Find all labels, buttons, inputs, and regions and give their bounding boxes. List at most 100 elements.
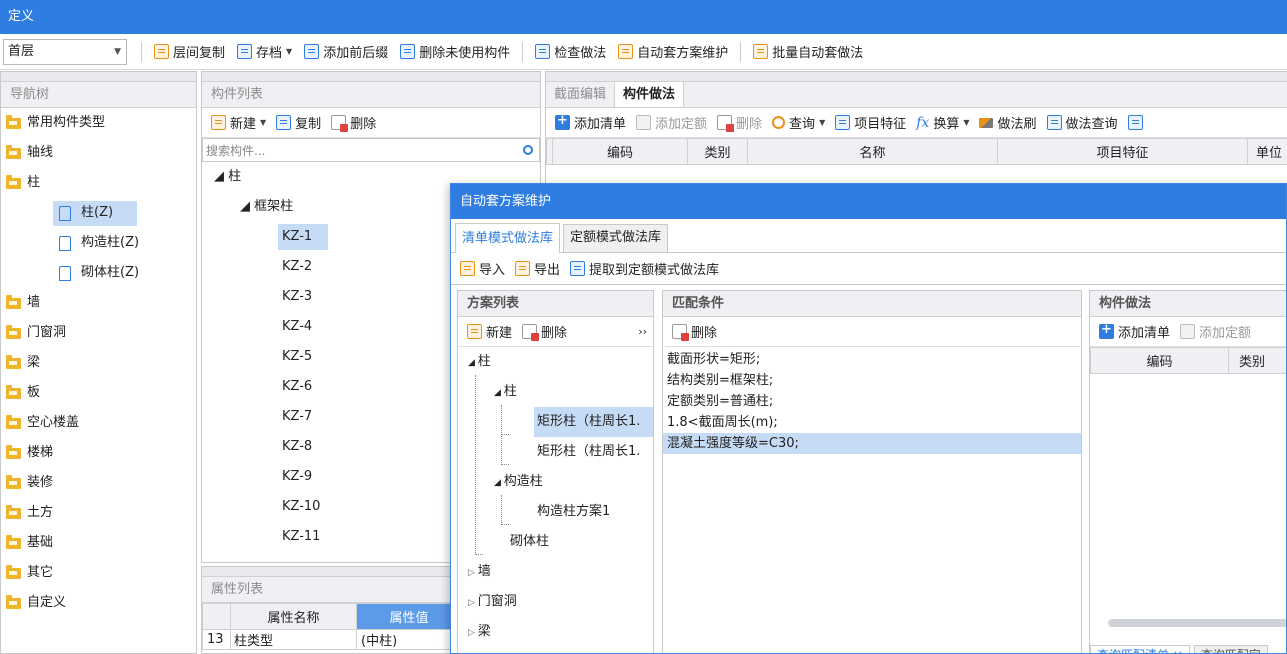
table-row[interactable]: 13 柱类型 (中柱)	[202, 629, 460, 650]
export-button[interactable]: 导出	[510, 256, 565, 282]
folder-icon	[6, 114, 21, 129]
method-query-button[interactable]: 做法查询	[1042, 110, 1123, 136]
more-button[interactable]	[1123, 110, 1152, 136]
import-button[interactable]: 导入	[455, 256, 510, 282]
tab-list-mode[interactable]: 清单模式做法库	[455, 223, 561, 253]
search-placeholder: 搜索构件...	[206, 143, 266, 158]
dialog-add-quota-button[interactable]: 添加定额	[1175, 319, 1256, 345]
new-component-button[interactable]: 新建 ▼	[206, 110, 271, 136]
tree-line	[475, 375, 476, 553]
archive-button[interactable]: 存档 ▼	[231, 39, 298, 65]
tab-section-edit[interactable]: 截面编辑	[546, 82, 614, 107]
add-prefix-button[interactable]: 添加前后缀	[298, 39, 394, 65]
scheme-node-struct[interactable]: ◢ 构造柱	[494, 467, 543, 497]
delete-method-button[interactable]: 删除	[712, 110, 767, 136]
nav-item-door[interactable]: 门窗洞	[1, 318, 196, 348]
folder-icon	[6, 504, 21, 519]
delete-unused-button[interactable]: 删除未使用构件	[394, 39, 516, 65]
new-scheme-button[interactable]: 新建	[462, 319, 517, 345]
scheme-title: 方案列表	[458, 291, 653, 317]
nav-item-masonry-column[interactable]: 砌体柱(Z)	[1, 258, 196, 288]
tab-quota-mode[interactable]: 定额模式做法库	[563, 224, 669, 252]
condition-item[interactable]: 截面形状=矩形;	[663, 349, 1081, 370]
convert-button[interactable]: fx 换算 ▼	[911, 110, 974, 136]
delete-condition-button[interactable]: 删除	[667, 319, 722, 345]
expand-icon[interactable]: ◢	[468, 358, 478, 368]
nav-item-other[interactable]: 其它	[1, 558, 196, 588]
floor-select[interactable]: 首层 ▼	[3, 38, 127, 65]
expand-icon[interactable]: ◢	[214, 169, 228, 184]
nav-item-common[interactable]: 常用构件类型	[1, 108, 196, 138]
nav-item-custom[interactable]: 自定义	[1, 588, 196, 618]
dialog-method-table: 编码 类别	[1090, 347, 1286, 374]
condition-item[interactable]: 定额类别=普通柱;	[663, 391, 1081, 412]
nav-item-slab[interactable]: 板	[1, 378, 196, 408]
add-quota-icon	[636, 115, 652, 130]
nav-item-axis[interactable]: 轴线	[1, 138, 196, 168]
folder-icon	[6, 354, 21, 369]
nav-item-struct-column[interactable]: 构造柱(Z)	[1, 228, 196, 258]
expand-icon[interactable]: ◢	[494, 478, 504, 488]
search-icon[interactable]	[523, 145, 533, 155]
scheme-node-col[interactable]: ◢ 柱	[494, 377, 517, 407]
condition-item[interactable]: 结构类别=框架柱;	[663, 370, 1081, 391]
condition-item[interactable]: 混凝土强度等级=C30;	[663, 433, 1081, 454]
match-panel: 匹配条件 删除 截面形状=矩形; 结构类别=框架柱; 定额类别=普通柱; 1.8…	[662, 290, 1082, 653]
property-index: 13	[202, 629, 231, 650]
tree-line	[501, 434, 509, 435]
delete-scheme-button[interactable]: 删除	[517, 319, 572, 345]
nav-item-decor[interactable]: 装修	[1, 468, 196, 498]
nav-item-stair[interactable]: 楼梯	[1, 438, 196, 468]
nav-item-foundation[interactable]: 基础	[1, 528, 196, 558]
scheme-node-beam[interactable]: ▷ 梁	[468, 617, 491, 647]
nav-item-column[interactable]: 柱	[1, 168, 196, 198]
search-input[interactable]: 搜索构件...	[202, 138, 540, 162]
chevron-down-icon: ▼	[260, 118, 267, 127]
add-list-icon	[1099, 322, 1114, 339]
condition-item[interactable]: 1.8<截面周长(m);	[663, 412, 1081, 433]
add-list-button[interactable]: 添加清单	[550, 110, 631, 136]
auto-scheme-icon	[618, 44, 634, 59]
extract-button[interactable]: 提取到定额模式做法库	[565, 256, 724, 282]
scheme-node-masonry[interactable]: 砌体柱	[510, 527, 549, 557]
nav-item-wall[interactable]: 墙	[1, 288, 196, 318]
scheme-node-column[interactable]: ◢ 柱	[468, 347, 491, 377]
copy-component-button[interactable]: 复制	[271, 110, 326, 136]
scheme-leaf-rect-2[interactable]: 矩形柱（柱周长1.	[534, 437, 653, 467]
item-feature-button[interactable]: 项目特征	[830, 110, 911, 136]
collapse-icon[interactable]: ▷	[468, 628, 478, 638]
condition-list: 截面形状=矩形; 结构类别=框架柱; 定额类别=普通柱; 1.8<截面周长(m)…	[663, 347, 1081, 454]
nav-item-column-z[interactable]: 柱(Z)	[1, 198, 196, 228]
scheme-leaf-rect-1[interactable]: 矩形柱（柱周长1.	[534, 407, 653, 437]
scheme-node-door[interactable]: ▷ 门窗洞	[468, 587, 517, 617]
add-quota-button[interactable]: 添加定额	[631, 110, 712, 136]
tab-query-match-list[interactable]: 查询匹配清单 ×	[1090, 645, 1190, 653]
expand-icon[interactable]: ◢	[240, 199, 254, 214]
collapse-icon[interactable]: ▷	[468, 598, 478, 608]
nav-item-hollow[interactable]: 空心楼盖	[1, 408, 196, 438]
more-icon[interactable]: ››	[638, 325, 647, 338]
nav-item-earth[interactable]: 土方	[1, 498, 196, 528]
expand-icon[interactable]: ◢	[494, 388, 504, 398]
auto-scheme-button[interactable]: 自动套方案维护	[612, 39, 734, 65]
folder-icon	[6, 324, 21, 339]
chevron-down-icon: ▼	[819, 118, 826, 127]
tab-component-method[interactable]: 构件做法	[614, 82, 685, 107]
query-icon	[772, 116, 786, 129]
check-method-button[interactable]: 检查做法	[529, 39, 612, 65]
folder-open-icon	[6, 174, 21, 189]
horizontal-scrollbar[interactable]	[1108, 619, 1286, 627]
copy-floor-button[interactable]: 层间复制	[148, 39, 231, 65]
scheme-leaf-struct-1[interactable]: 构造柱方案1	[534, 497, 610, 527]
nav-item-beam[interactable]: 梁	[1, 348, 196, 378]
collapse-icon[interactable]: ▷	[468, 568, 478, 578]
query-button[interactable]: 查询 ▼	[767, 110, 830, 136]
dialog-add-list-button[interactable]: 添加清单	[1094, 319, 1175, 345]
batch-auto-button[interactable]: 批量自动套做法	[747, 39, 869, 65]
property-value[interactable]: (中柱)	[356, 629, 460, 650]
method-brush-button[interactable]: 做法刷	[974, 110, 1041, 136]
delete-component-button[interactable]: 删除	[326, 110, 381, 136]
scheme-node-wall[interactable]: ▷ 墙	[468, 557, 491, 587]
component-title: 构件列表	[202, 82, 540, 108]
tab-query-match-quota[interactable]: 查询匹配定	[1193, 645, 1268, 653]
